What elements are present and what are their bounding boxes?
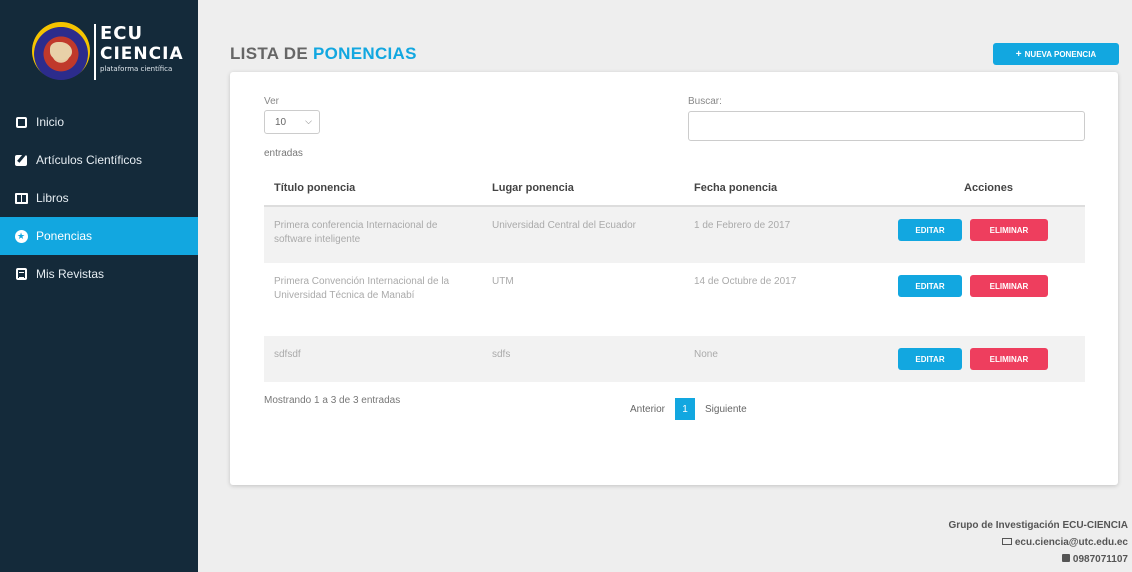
column-header-acciones: Acciones bbox=[882, 170, 1085, 207]
cell-lugar: Universidad Central del Ecuador bbox=[482, 206, 684, 263]
footer-group: Grupo de Investigación ECU-CIENCIA bbox=[948, 520, 1128, 531]
sidebar-item-label: Ponencias bbox=[36, 229, 93, 243]
new-ponencia-button[interactable]: + NUEVA PONENCIA bbox=[993, 43, 1119, 65]
sidebar-item-ponencias[interactable]: ★ Ponencias bbox=[0, 217, 198, 255]
document-icon bbox=[14, 267, 28, 281]
globe-logo-icon bbox=[32, 22, 90, 80]
plus-icon: + bbox=[1015, 48, 1022, 60]
brand-line-2: CIENCIA bbox=[100, 44, 184, 64]
page-title-accent: PONENCIAS bbox=[312, 44, 417, 63]
page-title-plain: LISTA DE bbox=[230, 44, 313, 63]
table-row: sdfsdf sdfs None EDITAR ELIMINAR bbox=[264, 336, 1085, 382]
length-label: Ver bbox=[264, 96, 280, 107]
ponencias-card: Ver 10 ⌵ entradas Buscar: Título ponenci… bbox=[230, 72, 1118, 485]
cell-lugar: UTM bbox=[492, 276, 514, 287]
pagination: Anterior 1 Siguiente bbox=[630, 398, 747, 420]
edit-button[interactable]: EDITAR bbox=[898, 275, 962, 297]
cell-lugar: sdfs bbox=[482, 336, 684, 382]
delete-button[interactable]: ELIMINAR bbox=[970, 348, 1048, 370]
sidebar-item-label: Libros bbox=[36, 191, 69, 205]
footer: Grupo de Investigación ECU-CIENCIA ecu.c… bbox=[949, 517, 1128, 568]
column-header-lugar[interactable]: Lugar ponencia bbox=[482, 170, 684, 207]
new-ponencia-label: NUEVA PONENCIA bbox=[1024, 49, 1097, 59]
sidebar-item-mis-revistas[interactable]: Mis Revistas bbox=[0, 255, 198, 293]
edit-button[interactable]: EDITAR bbox=[898, 219, 962, 241]
cell-acciones: EDITAR ELIMINAR bbox=[882, 263, 1085, 336]
entries-label: entradas bbox=[264, 148, 303, 159]
cell-fecha: 1 de Febrero de 2017 bbox=[684, 206, 882, 263]
footer-phone: 0987071107 bbox=[1072, 554, 1128, 565]
entries-length-select[interactable]: 10 ⌵ bbox=[264, 110, 320, 134]
pagination-next[interactable]: Siguiente bbox=[705, 404, 747, 415]
sidebar-item-label: Mis Revistas bbox=[36, 267, 105, 281]
edit-icon bbox=[14, 153, 28, 167]
pagination-page-1[interactable]: 1 bbox=[675, 398, 696, 420]
sidebar-item-label: Artículos Científicos bbox=[36, 153, 143, 167]
chevron-down-icon: ⌵ bbox=[305, 116, 312, 126]
cell-acciones: EDITAR ELIMINAR bbox=[882, 206, 1085, 263]
edit-button[interactable]: EDITAR bbox=[898, 348, 962, 370]
cell-fecha: 14 de Octubre de 2017 bbox=[694, 276, 797, 287]
cell-titulo: Primera conferencia Internacional de sof… bbox=[264, 206, 482, 263]
brand-tagline: plataforma científica bbox=[100, 65, 173, 73]
ecu-ciencia-logo[interactable]: ECU CIENCIA plataforma científica bbox=[28, 14, 183, 92]
footer-phone-line: 0987071107 bbox=[949, 551, 1128, 568]
sidebar: ECU CIENCIA plataforma científica Inicio… bbox=[0, 0, 198, 572]
square-icon bbox=[14, 115, 28, 129]
cell-acciones: EDITAR ELIMINAR bbox=[882, 336, 1085, 382]
column-header-titulo[interactable]: Título ponencia bbox=[264, 170, 482, 207]
sidebar-item-inicio[interactable]: Inicio bbox=[0, 103, 198, 141]
star-circle-icon: ★ bbox=[14, 229, 28, 243]
table-header-row: Título ponencia Lugar ponencia Fecha pon… bbox=[264, 170, 1085, 207]
brand-text: ECU CIENCIA plataforma científica bbox=[100, 24, 184, 74]
brand-line-1: ECU bbox=[100, 23, 144, 44]
ponencias-table: Título ponencia Lugar ponencia Fecha pon… bbox=[264, 170, 1085, 382]
cell-titulo: Primera Convención Internacional de la U… bbox=[274, 276, 450, 301]
sidebar-item-label: Inicio bbox=[36, 115, 65, 129]
footer-email-line: ecu.ciencia@utc.edu.ec bbox=[949, 534, 1128, 551]
book-icon bbox=[14, 191, 28, 205]
table-row: Primera Convención Internacional de la U… bbox=[264, 263, 1085, 336]
envelope-icon bbox=[1001, 537, 1012, 545]
pagination-previous[interactable]: Anterior bbox=[630, 404, 665, 415]
sidebar-item-libros[interactable]: Libros bbox=[0, 179, 198, 217]
cell-fecha: None bbox=[684, 336, 882, 382]
page-title: LISTA DE PONENCIAS bbox=[230, 44, 417, 64]
footer-email[interactable]: ecu.ciencia@utc.edu.ec bbox=[1015, 537, 1128, 548]
search-label: Buscar: bbox=[688, 96, 722, 107]
column-header-fecha[interactable]: Fecha ponencia bbox=[684, 170, 882, 207]
phone-icon bbox=[1061, 554, 1070, 563]
table-info: Mostrando 1 a 3 de 3 entradas bbox=[264, 395, 401, 406]
cell-titulo: sdfsdf bbox=[264, 336, 482, 382]
logo-divider bbox=[94, 24, 96, 80]
sidebar-item-articulos[interactable]: Artículos Científicos bbox=[0, 141, 198, 179]
sidebar-nav: Inicio Artículos Científicos Libros ★ Po… bbox=[0, 103, 198, 293]
delete-button[interactable]: ELIMINAR bbox=[970, 275, 1048, 297]
length-value: 10 bbox=[275, 116, 287, 128]
table-row: Primera conferencia Internacional de sof… bbox=[264, 206, 1085, 263]
search-input[interactable] bbox=[688, 111, 1085, 141]
delete-button[interactable]: ELIMINAR bbox=[970, 219, 1048, 241]
